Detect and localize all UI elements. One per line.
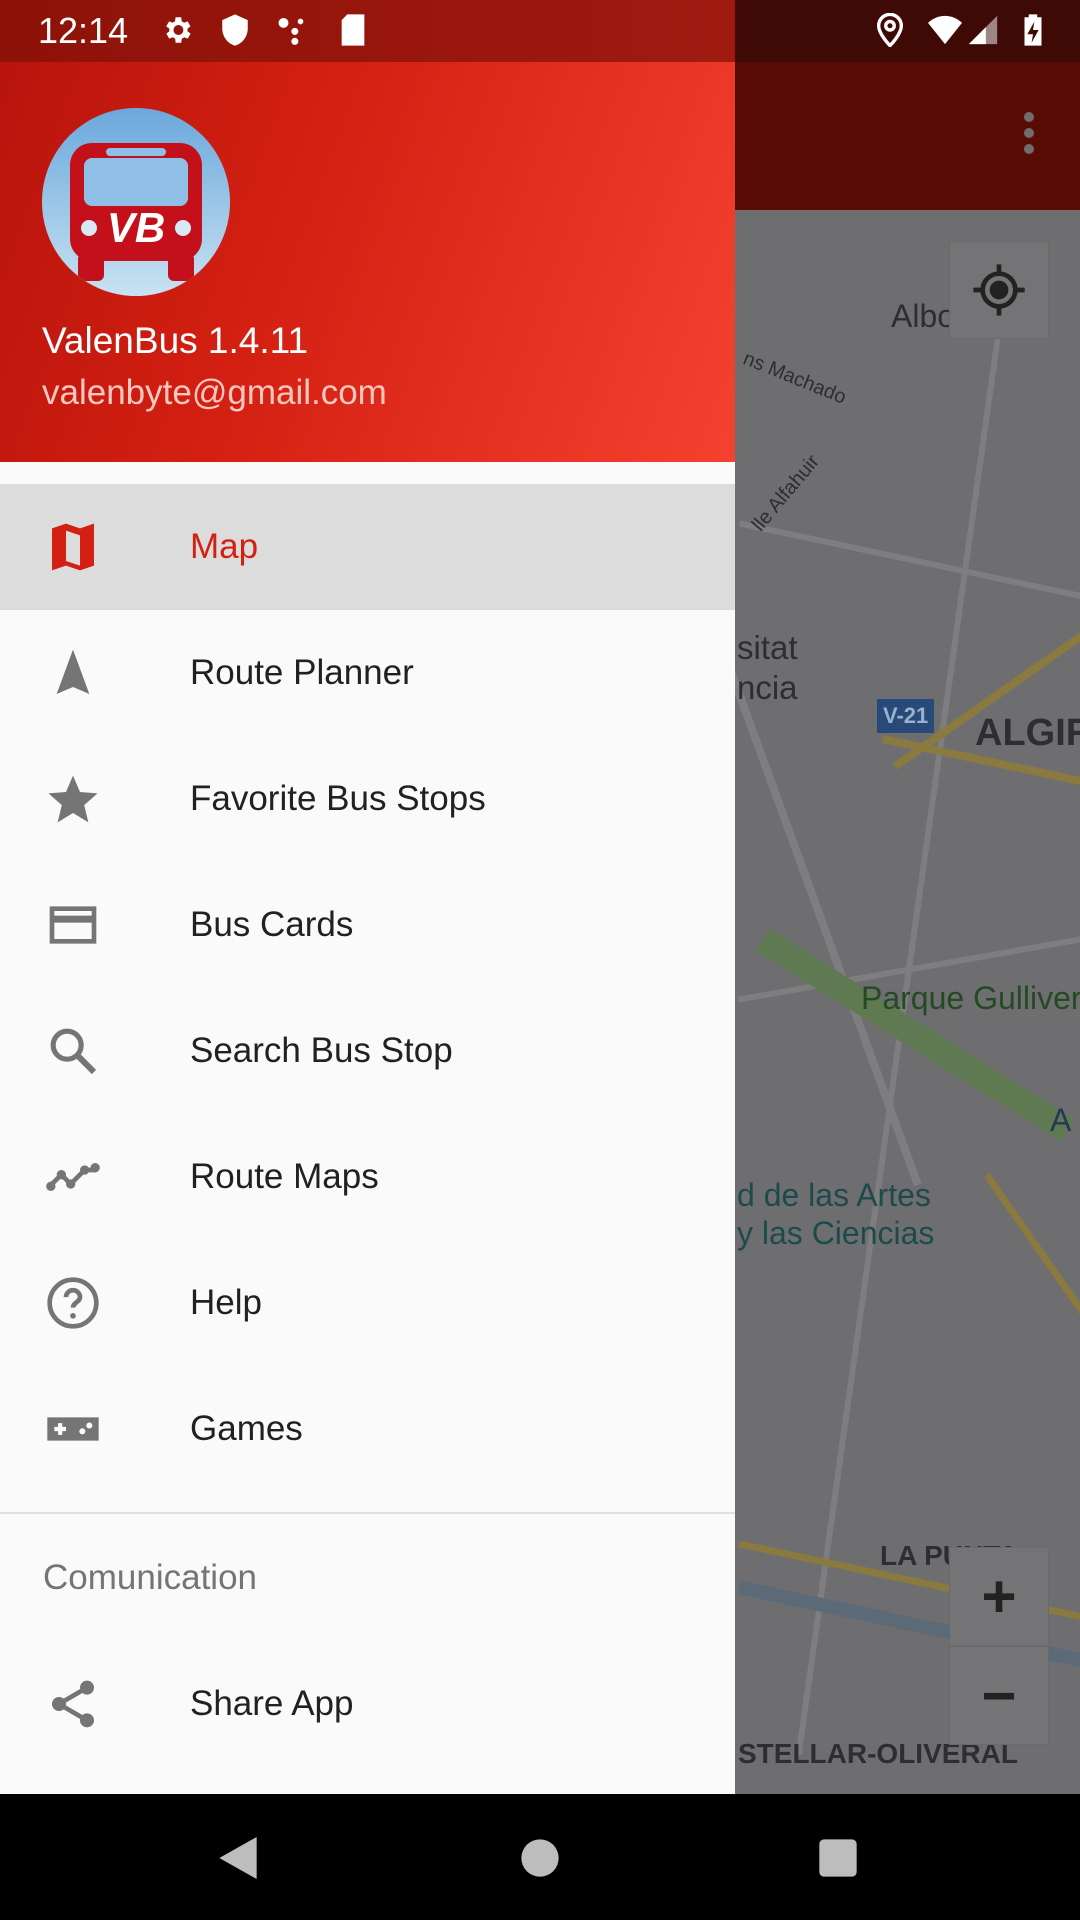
recents-button[interactable] [810, 1830, 866, 1886]
app-title: ValenBus 1.4.11 [42, 320, 309, 361]
map-icon [43, 517, 103, 577]
drawer-item-label: Map [190, 527, 259, 566]
location-icon [876, 13, 904, 47]
map-label: Parque Gulliver [861, 980, 1080, 1016]
battery-charging-icon [1024, 14, 1042, 46]
navigation-arrow-icon [43, 643, 103, 703]
system-nav-bar [0, 1794, 1080, 1920]
home-button[interactable] [512, 1830, 568, 1886]
drawer-item-search-bus-stop[interactable]: Search Bus Stop [0, 988, 735, 1114]
drawer-item-map[interactable]: Map [0, 484, 735, 610]
sd-card-icon [341, 14, 365, 46]
app-logo: VB [42, 108, 230, 296]
drawer-item-bus-cards[interactable]: Bus Cards [0, 862, 735, 988]
drawer-item-label: Favorite Bus Stops [190, 779, 486, 818]
logo-text: VB [107, 204, 165, 251]
drawer-item-label: Games [190, 1409, 303, 1448]
navigation-drawer: VB ValenBus 1.4.11 valenbyte@gmail.com M… [0, 0, 735, 1794]
map-label: ncia [737, 669, 798, 706]
gear-icon [166, 17, 191, 43]
road-shield: V-21 [877, 699, 935, 733]
timeline-icon [43, 1147, 103, 1207]
my-location-button[interactable] [949, 241, 1049, 339]
drawer-item-label: Help [190, 1283, 262, 1322]
drawer-item-route-maps[interactable]: Route Maps [0, 1114, 735, 1240]
status-bar: 12:14 [0, 0, 1080, 62]
map-label: lle Alfahuir [747, 450, 824, 536]
gamepad-icon [43, 1399, 103, 1459]
drawer-header: VB ValenBus 1.4.11 valenbyte@gmail.com [0, 62, 735, 462]
map-label: ns Machado [740, 347, 850, 409]
drawer-item-share-app[interactable]: Share App [0, 1641, 735, 1767]
zoom-in-button[interactable]: + [949, 1547, 1049, 1646]
drawer-item-label: Route Planner [190, 653, 414, 692]
drawer-item-label: Share App [190, 1684, 354, 1723]
drawer-item-games[interactable]: Games [0, 1366, 735, 1492]
share-icon [43, 1674, 103, 1734]
help-icon [43, 1273, 103, 1333]
dots-icon [278, 17, 304, 45]
drawer-item-label: Bus Cards [190, 905, 354, 944]
credit-card-icon [43, 895, 103, 955]
overflow-menu-icon[interactable] [1024, 112, 1036, 160]
drawer-item-label: Search Bus Stop [190, 1031, 453, 1070]
signal-icon [968, 15, 998, 45]
star-icon [43, 769, 103, 829]
user-email: valenbyte@gmail.com [42, 373, 387, 412]
search-icon [43, 1021, 103, 1081]
map-label: y las Ciencias [737, 1215, 935, 1251]
map-label: ALGIR [975, 712, 1080, 754]
back-button[interactable] [210, 1830, 266, 1886]
drawer-item-favorite-bus-stops[interactable]: Favorite Bus Stops [0, 736, 735, 862]
drawer-item-label: Route Maps [190, 1157, 379, 1196]
crosshair-icon [973, 264, 1025, 316]
section-header: Comunication [43, 1558, 257, 1597]
shield-icon [222, 14, 248, 46]
drawer-item-route-planner[interactable]: Route Planner [0, 610, 735, 736]
map-label: A [1050, 1102, 1072, 1138]
zoom-out-button[interactable]: − [949, 1646, 1049, 1745]
drawer-item-help[interactable]: Help [0, 1240, 735, 1366]
map-label: d de las Artes [737, 1177, 931, 1213]
divider [0, 1512, 735, 1514]
status-time: 12:14 [38, 10, 129, 51]
map-label: sitat [737, 629, 798, 666]
wifi-icon [928, 15, 962, 45]
